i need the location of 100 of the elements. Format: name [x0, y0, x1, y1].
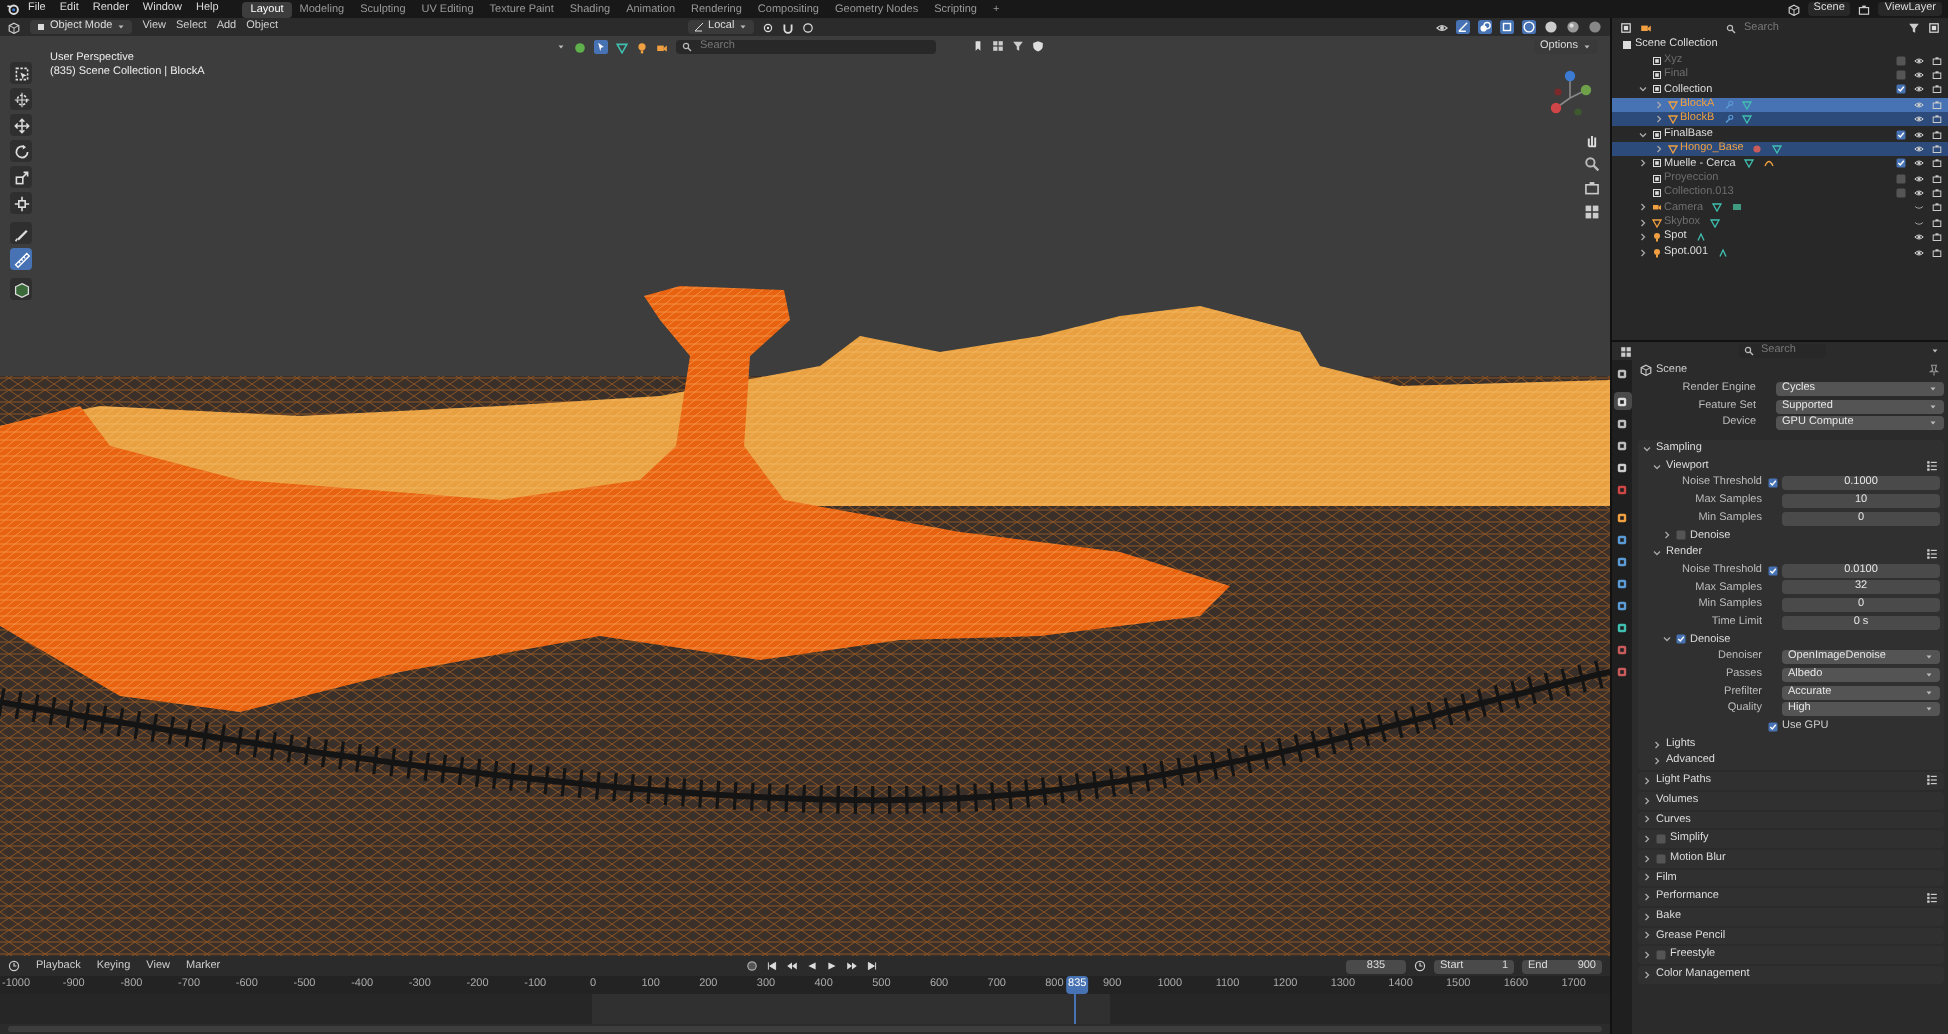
- eye-icon[interactable]: [1914, 129, 1924, 140]
- camera-render-icon[interactable]: [1932, 247, 1942, 258]
- grid-icon[interactable]: [992, 40, 1004, 52]
- mesh-filter-icon[interactable]: [616, 41, 628, 53]
- exclude-checkbox[interactable]: [1896, 158, 1906, 169]
- eye-icon[interactable]: [1914, 143, 1924, 154]
- visibility-dot-icon[interactable]: [574, 41, 586, 53]
- presets-icon[interactable]: [1926, 460, 1938, 473]
- eye-icon[interactable]: [1914, 69, 1924, 80]
- chevron-right-icon[interactable]: [1654, 114, 1664, 125]
- checkbox[interactable]: [1676, 634, 1686, 645]
- camera-render-icon[interactable]: [1932, 69, 1942, 80]
- shield-icon[interactable]: [1032, 40, 1044, 52]
- navigation-gizmo-icon[interactable]: [1550, 68, 1594, 120]
- tool-button[interactable]: [10, 278, 32, 300]
- curve-icon[interactable]: [1763, 158, 1774, 169]
- triangle-icon[interactable]: [1709, 217, 1720, 228]
- eye-icon[interactable]: [1914, 158, 1924, 169]
- chevron-right-icon[interactable]: [1654, 143, 1664, 154]
- filter-icon[interactable]: [1908, 22, 1920, 34]
- eye-icon[interactable]: [1914, 84, 1924, 95]
- checkbox[interactable]: [1767, 721, 1777, 732]
- camera-render-icon[interactable]: [1932, 232, 1942, 243]
- zoom-icon[interactable]: [1584, 156, 1600, 172]
- overlay-toggle-icon[interactable]: [1478, 20, 1492, 34]
- checkbox[interactable]: [1656, 853, 1666, 864]
- chevron-right-icon[interactable]: [1638, 158, 1648, 169]
- play-reverse-icon[interactable]: [806, 960, 819, 972]
- tool-button[interactable]: [10, 114, 32, 136]
- properties-tab[interactable]: [1613, 596, 1631, 614]
- wrench-icon[interactable]: [1723, 114, 1734, 125]
- light-data-icon[interactable]: [1695, 232, 1706, 243]
- camera-render-icon[interactable]: [1932, 202, 1942, 213]
- jump-start-icon[interactable]: [766, 960, 779, 972]
- presets-icon[interactable]: [1926, 891, 1938, 904]
- chevron-right-icon[interactable]: [1638, 202, 1648, 213]
- grid-view-icon[interactable]: [1584, 204, 1600, 220]
- pivot-icon[interactable]: [762, 21, 775, 33]
- properties-tab[interactable]: [1613, 574, 1631, 592]
- tool-button[interactable]: [10, 140, 32, 162]
- triangle-icon[interactable]: [1712, 202, 1723, 213]
- checkbox[interactable]: [1656, 834, 1666, 845]
- jump-end-icon[interactable]: [866, 960, 879, 972]
- chevron-down-icon[interactable]: [1638, 129, 1648, 140]
- chevron-right-icon[interactable]: [1638, 232, 1648, 243]
- camera-view-icon[interactable]: [1584, 180, 1600, 196]
- camera-render-icon[interactable]: [1932, 188, 1942, 199]
- gizmo-toggle-icon[interactable]: [1456, 20, 1470, 34]
- exclude-checkbox[interactable]: [1896, 188, 1906, 199]
- tool-button[interactable]: [10, 192, 32, 214]
- editor-type-icon[interactable]: [8, 21, 20, 33]
- camera-render-icon[interactable]: [1932, 84, 1942, 95]
- display-mode-icon[interactable]: [1620, 22, 1632, 34]
- properties-tab[interactable]: [1613, 530, 1631, 548]
- chevron-down-icon[interactable]: [1638, 84, 1648, 95]
- triangle-icon[interactable]: [1744, 158, 1755, 169]
- eye-icon[interactable]: [1914, 232, 1924, 243]
- presets-icon[interactable]: [1926, 547, 1938, 560]
- editor-type-icon[interactable]: [1620, 345, 1632, 357]
- chevron-right-icon[interactable]: [1638, 247, 1648, 258]
- prev-keyframe-icon[interactable]: [786, 960, 799, 972]
- eye-icon[interactable]: [1914, 188, 1924, 199]
- tool-button[interactable]: [10, 166, 32, 188]
- solid-shading-icon[interactable]: [1544, 20, 1558, 34]
- camera-render-icon[interactable]: [1932, 173, 1942, 184]
- triangle-icon[interactable]: [1742, 114, 1753, 125]
- bookmark-icon[interactable]: [972, 40, 984, 52]
- clock-icon[interactable]: [8, 960, 20, 972]
- checkbox[interactable]: [1767, 478, 1777, 489]
- hand-icon[interactable]: [1584, 132, 1600, 148]
- tool-button[interactable]: [10, 222, 32, 244]
- eye-icon[interactable]: [1436, 21, 1448, 33]
- checkbox[interactable]: [1656, 950, 1666, 961]
- properties-tab[interactable]: [1613, 552, 1631, 570]
- camera-render-icon[interactable]: [1932, 55, 1942, 66]
- eye-icon[interactable]: [1914, 114, 1924, 125]
- filter-mode-icon[interactable]: [1640, 22, 1652, 34]
- camera-data-icon[interactable]: [1731, 202, 1742, 213]
- camera-render-icon[interactable]: [1932, 158, 1942, 169]
- caret-icon[interactable]: [556, 42, 566, 52]
- xray-toggle-icon[interactable]: [1500, 20, 1514, 34]
- properties-tab[interactable]: [1613, 458, 1631, 476]
- presets-icon[interactable]: [1926, 774, 1938, 787]
- wireframe-shading-icon[interactable]: [1522, 20, 1536, 34]
- closed-eye-icon[interactable]: [1914, 217, 1924, 228]
- render-layer-icon[interactable]: [1858, 3, 1871, 15]
- camera-render-icon[interactable]: [1932, 129, 1942, 140]
- tool-button[interactable]: [10, 88, 32, 110]
- next-keyframe-icon[interactable]: [846, 960, 859, 972]
- checkbox[interactable]: [1676, 530, 1686, 541]
- light-data-icon[interactable]: [1717, 247, 1728, 258]
- rendered-shading-icon[interactable]: [1588, 20, 1602, 34]
- light-filter-icon[interactable]: [636, 41, 648, 53]
- exclude-checkbox[interactable]: [1896, 55, 1906, 66]
- camera-render-icon[interactable]: [1932, 114, 1942, 125]
- camera-render-icon[interactable]: [1932, 143, 1942, 154]
- pin-icon[interactable]: [1928, 364, 1940, 376]
- exclude-checkbox[interactable]: [1896, 84, 1906, 95]
- chevron-right-icon[interactable]: [1638, 217, 1648, 228]
- eye-icon[interactable]: [1914, 247, 1924, 258]
